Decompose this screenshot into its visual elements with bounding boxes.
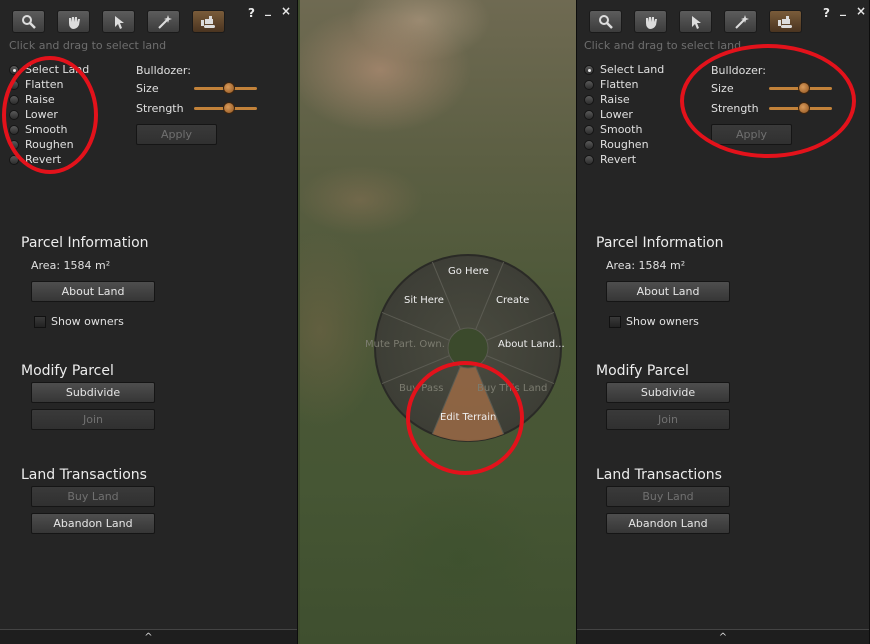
zoom-tool-button[interactable] xyxy=(589,10,622,33)
close-button[interactable]: × xyxy=(856,4,866,18)
subdivide-button[interactable]: Subdivide xyxy=(606,382,730,403)
grab-icon xyxy=(68,16,80,29)
radio-flatten[interactable]: Flatten xyxy=(584,77,664,92)
pointer-icon xyxy=(691,15,701,29)
minimize-button[interactable]: _ xyxy=(840,2,846,16)
land-tool-button[interactable] xyxy=(769,10,802,33)
strength-slider-knob[interactable] xyxy=(223,102,235,114)
show-owners-checkbox[interactable] xyxy=(609,316,621,328)
modify-parcel-title: Modify Parcel xyxy=(596,363,689,379)
grab-tool-button[interactable] xyxy=(57,10,90,33)
parcel-info-title: Parcel Information xyxy=(21,235,149,251)
pie-item-go-here[interactable]: Go Here xyxy=(448,266,489,277)
magic-wand-icon xyxy=(157,14,172,29)
help-button[interactable]: ? xyxy=(823,6,830,20)
radio-roughen[interactable]: Roughen xyxy=(584,137,664,152)
show-owners-label: Show owners xyxy=(51,315,124,328)
minimize-button[interactable]: _ xyxy=(265,2,271,16)
radio-icon xyxy=(584,124,594,135)
buy-land-button[interactable]: Buy Land xyxy=(31,486,155,507)
pointer-tool-button[interactable] xyxy=(679,10,712,33)
about-land-button[interactable]: About Land xyxy=(606,281,730,302)
show-owners-checkbox[interactable] xyxy=(34,316,46,328)
radio-icon xyxy=(584,139,594,150)
radio-select-land[interactable]: Select Land xyxy=(584,62,664,77)
pie-item-sit-here[interactable]: Sit Here xyxy=(404,295,444,306)
annotation-circle-bulldozer xyxy=(680,44,856,158)
create-tool-button[interactable] xyxy=(147,10,180,33)
join-button[interactable]: Join xyxy=(606,409,730,430)
modify-parcel-title: Modify Parcel xyxy=(21,363,114,379)
radio-smooth[interactable]: Smooth xyxy=(584,122,664,137)
join-button[interactable]: Join xyxy=(31,409,155,430)
radio-label: Roughen xyxy=(600,138,649,151)
land-transactions-title: Land Transactions xyxy=(21,467,147,483)
magic-wand-icon xyxy=(734,14,749,29)
grab-tool-button[interactable] xyxy=(634,10,667,33)
create-tool-button[interactable] xyxy=(724,10,757,33)
chevron-up-icon: ^ xyxy=(718,631,728,643)
radio-lower[interactable]: Lower xyxy=(584,107,664,122)
radio-icon xyxy=(584,94,594,105)
parcel-info-title: Parcel Information xyxy=(596,235,724,251)
radio-revert[interactable]: Revert xyxy=(584,152,664,167)
pointer-icon xyxy=(114,15,124,29)
abandon-land-button[interactable]: Abandon Land xyxy=(606,513,730,534)
radio-label: Select Land xyxy=(600,63,665,76)
area-text: Area: 1584 m² xyxy=(31,259,111,272)
size-slider-knob[interactable] xyxy=(223,82,235,94)
help-button[interactable]: ? xyxy=(248,6,255,20)
bulldozer-icon xyxy=(777,15,792,28)
area-text: Area: 1584 m² xyxy=(606,259,686,272)
radio-icon xyxy=(584,109,594,120)
grab-icon xyxy=(645,16,657,29)
pointer-tool-button[interactable] xyxy=(102,10,135,33)
collapse-bar[interactable]: ^ xyxy=(0,629,297,644)
radio-label: Lower xyxy=(600,108,633,121)
radio-icon xyxy=(584,79,594,90)
show-owners-label: Show owners xyxy=(626,315,699,328)
bulldozer-title: Bulldozer: xyxy=(136,64,191,77)
radio-icon xyxy=(584,154,594,165)
hint-text: Click and drag to select land xyxy=(9,39,167,52)
radio-label: Flatten xyxy=(600,78,639,91)
radio-icon xyxy=(584,64,594,75)
pie-item-mute-part-own[interactable]: Mute Part. Own. xyxy=(365,339,445,350)
pie-item-create[interactable]: Create xyxy=(496,295,529,306)
land-mode-radio-group: Select Land Flatten Raise Lower Smooth R… xyxy=(584,62,664,167)
subdivide-button[interactable]: Subdivide xyxy=(31,382,155,403)
radio-label: Smooth xyxy=(600,123,643,136)
annotation-circle-radio-options xyxy=(2,56,98,174)
hint-text: Click and drag to select land xyxy=(584,39,742,52)
close-button[interactable]: × xyxy=(281,4,291,18)
annotation-circle-edit-terrain xyxy=(406,361,524,475)
about-land-button[interactable]: About Land xyxy=(31,281,155,302)
zoom-tool-button[interactable] xyxy=(12,10,45,33)
pie-item-about-land[interactable]: About Land... xyxy=(498,339,565,350)
zoom-icon xyxy=(598,14,613,29)
abandon-land-button[interactable]: Abandon Land xyxy=(31,513,155,534)
land-transactions-title: Land Transactions xyxy=(596,467,722,483)
radio-label: Raise xyxy=(600,93,630,106)
zoom-icon xyxy=(21,14,36,29)
radio-label: Revert xyxy=(600,153,637,166)
strength-label: Strength xyxy=(136,102,184,115)
size-label: Size xyxy=(136,82,159,95)
land-tool-button[interactable] xyxy=(192,10,225,33)
apply-button[interactable]: Apply xyxy=(136,124,217,145)
collapse-bar[interactable]: ^ xyxy=(577,629,869,644)
chevron-up-icon: ^ xyxy=(144,631,153,643)
radio-raise[interactable]: Raise xyxy=(584,92,664,107)
buy-land-button[interactable]: Buy Land xyxy=(606,486,730,507)
bulldozer-icon xyxy=(200,15,215,28)
